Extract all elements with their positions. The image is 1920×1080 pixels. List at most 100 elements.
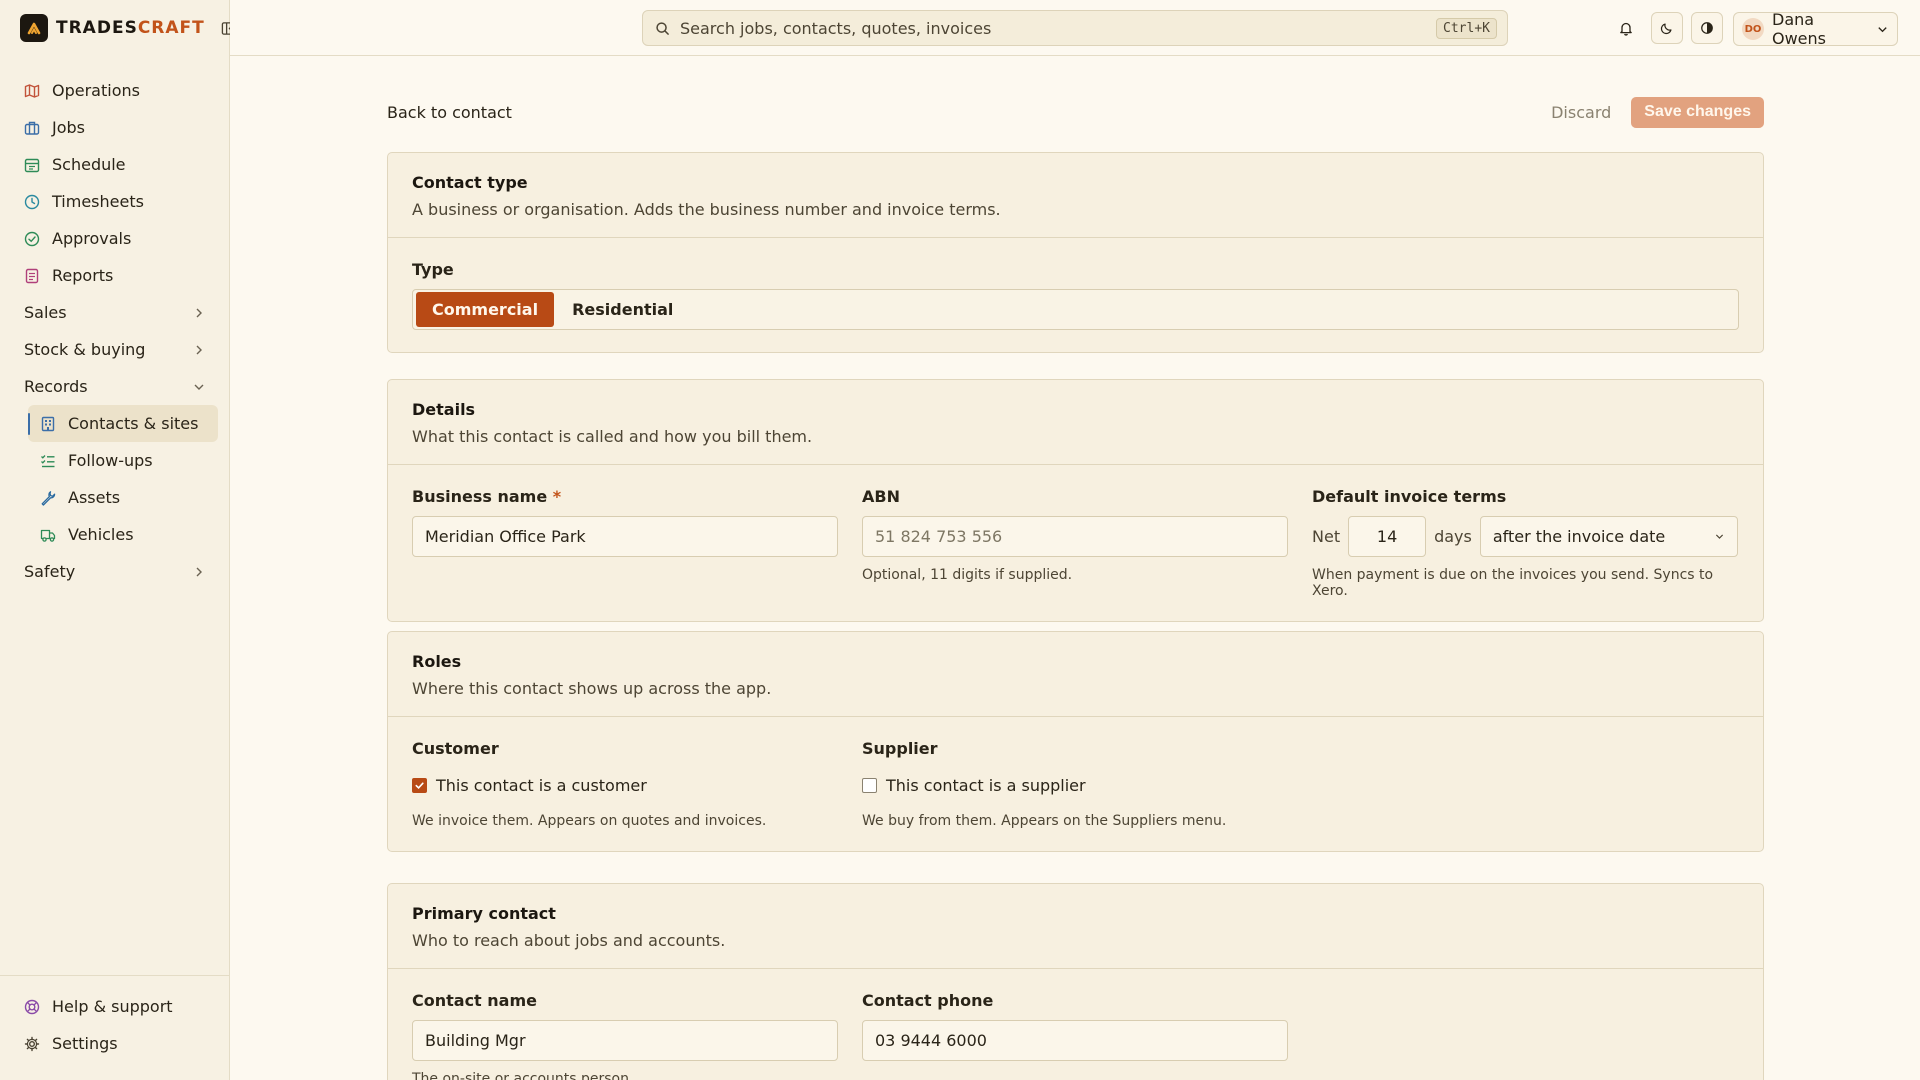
global-search[interactable]: Search jobs, contacts, quotes, invoices … xyxy=(642,10,1508,46)
type-label: Type xyxy=(412,260,454,279)
customer-checkbox-label: This contact is a customer xyxy=(436,776,647,795)
save-changes-button[interactable]: Save changes xyxy=(1631,96,1764,128)
brand-name-accent: CRAFT xyxy=(137,18,205,38)
nav-item-label: Timesheets xyxy=(52,192,144,211)
checklist-icon xyxy=(40,453,56,469)
business-name-field: Business name * Meridian Office Park xyxy=(412,487,838,599)
supplier-checkbox-row[interactable]: This contact is a supplier xyxy=(862,776,1288,795)
chevron-right-icon xyxy=(192,306,206,320)
briefcase-icon xyxy=(24,120,40,136)
truck-icon xyxy=(40,527,56,543)
contact-phone-input[interactable]: 03 9444 6000 xyxy=(862,1020,1288,1061)
supplier-hint: We buy from them. Appears on the Supplie… xyxy=(862,813,1227,829)
card-body: Type Commercial Residential xyxy=(388,238,1763,352)
sidebar-item-assets[interactable]: Assets xyxy=(28,479,218,516)
nav-item-schedule[interactable]: Schedule xyxy=(12,146,218,183)
contact-type-card: Contact type A business or organisation.… xyxy=(387,152,1764,353)
user-menu-button[interactable]: DO Dana Owens xyxy=(1733,10,1898,48)
card-title: Details xyxy=(412,400,476,419)
nav-item-reports[interactable]: Reports xyxy=(12,257,218,294)
back-to-contact-link[interactable]: Back to contact xyxy=(387,103,512,122)
nav-group-label: Sales xyxy=(24,303,67,322)
card-header: Primary contact Who to reach about jobs … xyxy=(388,884,1763,969)
nav-item-label: Schedule xyxy=(52,155,126,174)
chevron-down-icon xyxy=(1876,23,1889,36)
nav-item-help[interactable]: Help & support xyxy=(12,988,217,1025)
nav-item-jobs[interactable]: Jobs xyxy=(12,109,218,146)
nav-item-timesheets[interactable]: Timesheets xyxy=(12,183,218,220)
building-icon xyxy=(40,416,56,432)
type-option-residential[interactable]: Residential xyxy=(556,292,689,327)
brand-name: TRADESCRAFT xyxy=(56,18,205,38)
nav-item-settings[interactable]: Settings xyxy=(12,1025,217,1062)
nav-group-sales[interactable]: Sales xyxy=(12,294,218,331)
avatar: DO xyxy=(1742,18,1764,40)
card-title: Primary contact xyxy=(412,904,556,923)
contact-type-toggle: Commercial Residential xyxy=(412,289,1739,330)
nav-item-approvals[interactable]: Approvals xyxy=(12,220,218,257)
abn-hint: Optional, 11 digits if supplied. xyxy=(862,567,1073,583)
nav-group-records[interactable]: Records xyxy=(12,368,218,405)
customer-role: Customer This contact is a customer We i… xyxy=(412,739,838,829)
map-icon xyxy=(24,83,40,99)
brand-logo-icon xyxy=(20,14,48,42)
contact-name-input[interactable]: Building Mgr xyxy=(412,1020,838,1061)
brand[interactable]: TRADESCRAFT xyxy=(20,14,239,42)
topbar: Search jobs, contacts, quotes, invoices … xyxy=(230,0,1920,56)
card-description: What this contact is called and how you … xyxy=(412,427,813,446)
nav-item-label: Settings xyxy=(52,1034,118,1053)
net-days-input[interactable]: 14 xyxy=(1348,516,1427,557)
nav-group-safety[interactable]: Safety xyxy=(12,553,218,590)
days-label: days xyxy=(1434,527,1472,546)
card-description: Where this contact shows up across the a… xyxy=(412,679,772,698)
nav-item-label: Jobs xyxy=(52,118,85,137)
business-name-label: Business name * xyxy=(412,487,838,506)
supplier-checkbox[interactable] xyxy=(862,778,877,793)
supplier-checkbox-label: This contact is a supplier xyxy=(886,776,1086,795)
discard-button[interactable]: Discard xyxy=(1551,103,1611,122)
card-description: A business or organisation. Adds the bus… xyxy=(412,200,1001,219)
sidebar-item-contacts-sites[interactable]: Contacts & sites xyxy=(28,405,218,442)
contact-phone-label: Contact phone xyxy=(862,991,994,1010)
contact-name-label: Contact name xyxy=(412,991,537,1010)
nav-group-stock[interactable]: Stock & buying xyxy=(12,331,218,368)
customer-label: Customer xyxy=(412,739,499,758)
type-option-commercial[interactable]: Commercial xyxy=(416,292,555,327)
invoice-terms-hint: When payment is due on the invoices you … xyxy=(1312,567,1714,599)
card-body: Contact name Building Mgr The on-site or… xyxy=(388,969,1763,1080)
terms-basis-value: after the invoice date xyxy=(1492,527,1666,546)
bell-icon[interactable] xyxy=(1610,12,1642,44)
required-marker: * xyxy=(552,487,562,506)
business-name-input[interactable]: Meridian Office Park xyxy=(412,516,838,557)
sidebar-item-vehicles[interactable]: Vehicles xyxy=(28,516,218,553)
invoice-terms-field: Default invoice terms Net 14 days after … xyxy=(1312,487,1738,599)
abn-input[interactable]: 51 824 753 556 xyxy=(862,516,1288,557)
invoice-terms-label: Default invoice terms xyxy=(1312,487,1507,506)
card-title: Roles xyxy=(412,652,462,671)
net-label: Net xyxy=(1312,527,1341,546)
card-body: Business name * Meridian Office Park ABN… xyxy=(388,465,1763,621)
customer-hint: We invoice them. Appears on quotes and i… xyxy=(412,813,767,829)
customer-checkbox-row[interactable]: This contact is a customer xyxy=(412,776,838,795)
card-description: Who to reach about jobs and accounts. xyxy=(412,931,726,950)
abn-field: ABN 51 824 753 556 Optional, 11 digits i… xyxy=(862,487,1288,599)
invoice-terms-row: Net 14 days after the invoice date xyxy=(1312,516,1738,557)
nav-item-label: Operations xyxy=(52,81,140,100)
supplier-label: Supplier xyxy=(862,739,938,758)
page-header: Back to contact Discard Save changes xyxy=(387,96,1764,128)
customer-checkbox[interactable] xyxy=(412,778,427,793)
theme-toggle-moon-icon[interactable] xyxy=(1651,12,1683,44)
contrast-icon[interactable] xyxy=(1691,12,1723,44)
contact-phone-field: Contact phone 03 9444 6000 xyxy=(862,991,1288,1080)
nav-item-label: Approvals xyxy=(52,229,132,248)
nav-item-operations[interactable]: Operations xyxy=(12,72,218,109)
records-subnav: Contacts & sites Follow-ups Assets Vehic… xyxy=(28,405,218,553)
nav-item-label: Contacts & sites xyxy=(68,414,199,433)
user-name: Dana Owens xyxy=(1772,10,1826,48)
card-header: Details What this contact is called and … xyxy=(388,380,1763,465)
contact-name-field: Contact name Building Mgr The on-site or… xyxy=(412,991,838,1080)
label-text: Business name xyxy=(412,487,548,506)
sidebar-item-follow-ups[interactable]: Follow-ups xyxy=(28,442,218,479)
search-icon xyxy=(655,21,670,36)
terms-basis-select[interactable]: after the invoice date xyxy=(1479,516,1738,557)
